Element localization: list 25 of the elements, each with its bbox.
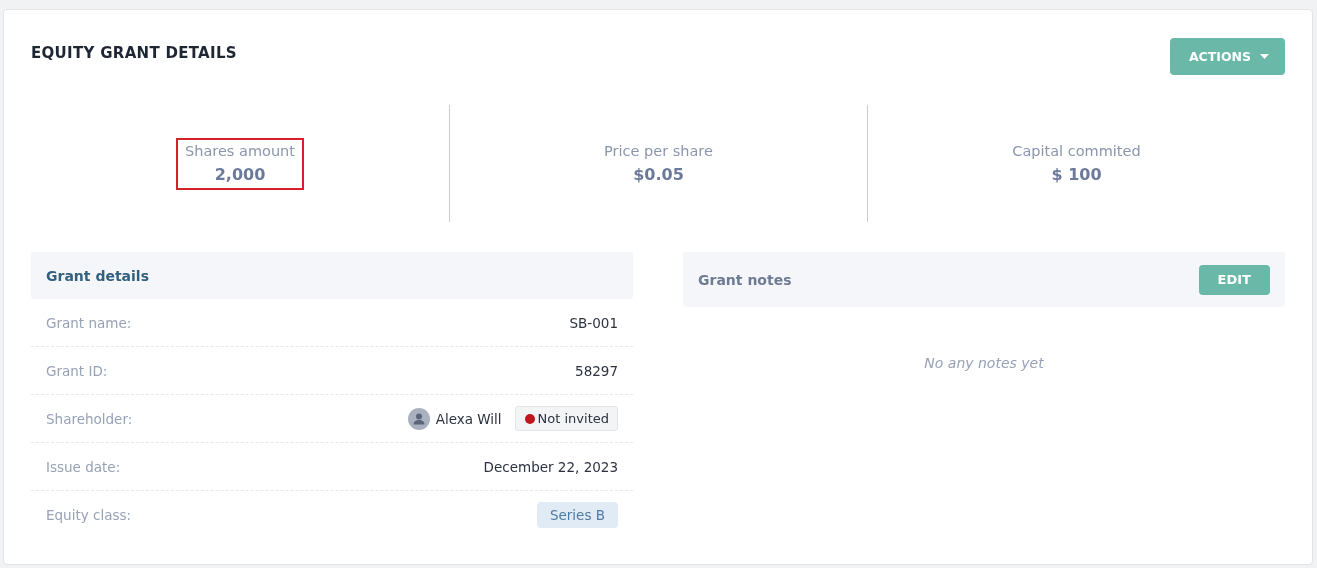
panel-title: Grant notes	[698, 271, 792, 288]
caret-icon	[1260, 54, 1269, 59]
equity-class-tag: Series B	[536, 501, 618, 528]
empty-notes-text: No any notes yet	[923, 355, 1045, 371]
stat-value: 2,000	[214, 164, 266, 184]
stat-label: Price per share	[604, 142, 713, 159]
stat-value: $0.05	[633, 164, 684, 184]
stat-label: Capital commited	[1012, 142, 1141, 159]
detail-label: Shareholder:	[46, 410, 133, 427]
detail-value: December 22, 2023	[483, 458, 618, 475]
edit-button[interactable]: EDIT	[1198, 264, 1270, 295]
avatar-icon	[407, 407, 430, 430]
detail-label: Grant ID:	[46, 362, 108, 379]
detail-label: Grant name:	[46, 314, 132, 331]
detail-value: 58297	[575, 362, 618, 379]
page-title: EQUITY GRANT DETAILS	[31, 44, 237, 62]
detail-label: Equity class:	[46, 506, 132, 523]
detail-value: SB-001	[569, 314, 618, 331]
shareholder-name: Alexa Will	[435, 410, 502, 427]
panel-title: Grant details	[46, 267, 149, 284]
status-label: Not invited	[537, 411, 609, 426]
stat-value: $ 100	[1051, 164, 1102, 184]
actions-button[interactable]: ACTIONS	[1169, 38, 1285, 75]
stat-label: Shares amount	[185, 142, 295, 159]
detail-label: Issue date:	[46, 458, 121, 475]
